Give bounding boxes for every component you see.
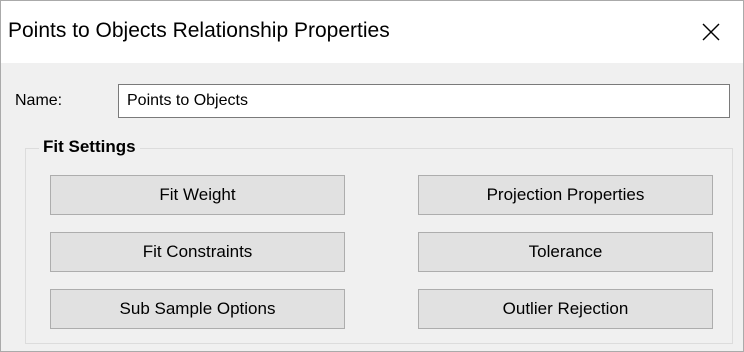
tolerance-button[interactable]: Tolerance bbox=[418, 232, 713, 272]
name-label: Name: bbox=[15, 92, 63, 109]
title-bar: Points to Objects Relationship Propertie… bbox=[1, 1, 743, 63]
outlier-rejection-button[interactable]: Outlier Rejection bbox=[418, 289, 713, 329]
window-title: Points to Objects Relationship Propertie… bbox=[8, 19, 390, 42]
fit-constraints-button[interactable]: Fit Constraints bbox=[50, 232, 345, 272]
projection-properties-button[interactable]: Projection Properties bbox=[418, 175, 713, 215]
close-icon bbox=[702, 23, 720, 41]
close-button[interactable] bbox=[681, 1, 743, 63]
dialog-window: Points to Objects Relationship Propertie… bbox=[0, 0, 744, 352]
dialog-body: Name: Fit Settings Fit Weight Projection… bbox=[1, 63, 743, 351]
name-input[interactable] bbox=[118, 84, 730, 118]
fit-weight-button[interactable]: Fit Weight bbox=[50, 175, 345, 215]
fit-settings-legend: Fit Settings bbox=[39, 137, 140, 157]
sub-sample-options-button[interactable]: Sub Sample Options bbox=[50, 289, 345, 329]
